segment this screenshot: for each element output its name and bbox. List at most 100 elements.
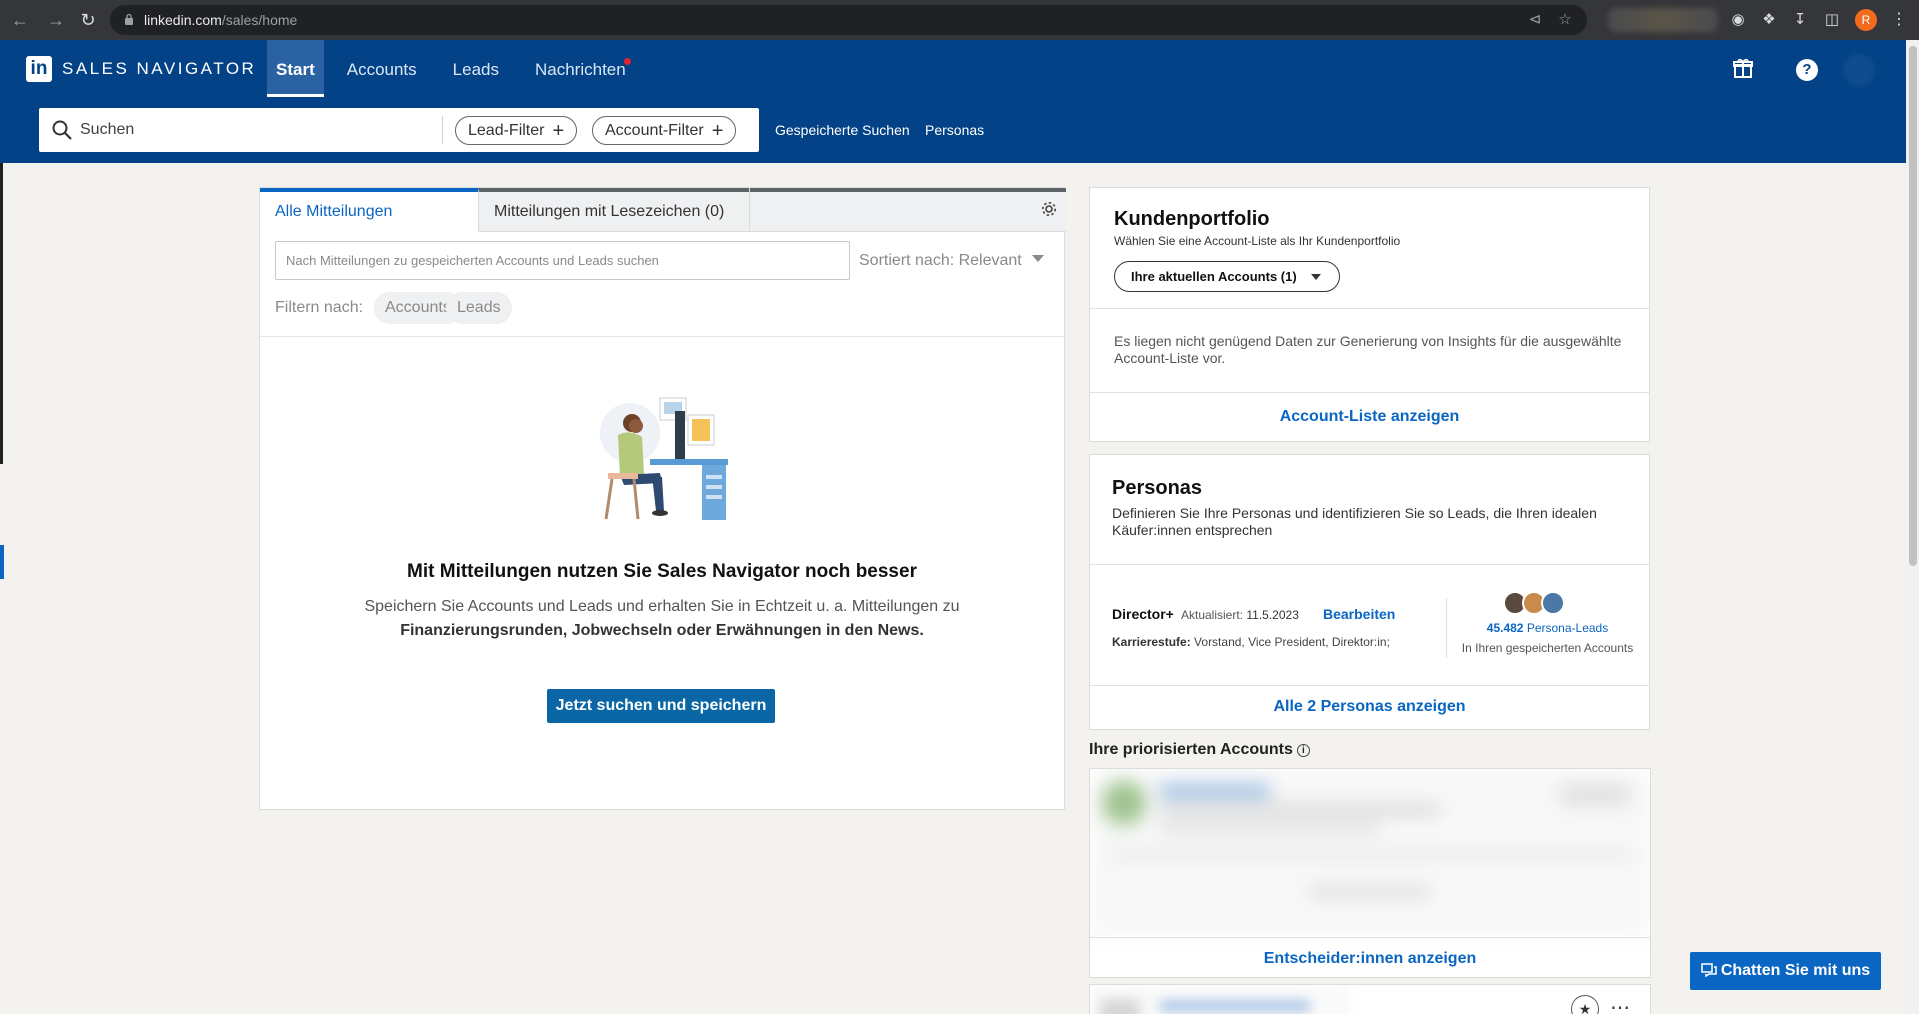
personas-description: Definieren Sie Ihre Personas und identif…: [1112, 505, 1597, 538]
chat-label: Chatten Sie mit uns: [1720, 962, 1871, 979]
address-bar[interactable]: linkedin.com/sales/home ⊲ ☆: [110, 5, 1587, 35]
persona-leads-subtext: In Ihren gespeicherten Accounts: [1461, 641, 1634, 655]
filter-chip-leads[interactable]: Leads: [446, 292, 512, 324]
chat-icon: [1701, 963, 1717, 977]
reload-icon[interactable]: ↻: [76, 8, 100, 32]
persona-leads-link[interactable]: 45.482 Persona-Leads: [1446, 621, 1649, 635]
account-list-dropdown-label: Ihre aktuellen Accounts (1): [1131, 269, 1297, 284]
card-divider: [1090, 392, 1649, 393]
caret-down-icon: [1311, 274, 1321, 280]
main-nav: Start Accounts Leads Nachrichten: [267, 40, 653, 97]
show-account-list-link[interactable]: Account-Liste anzeigen: [1090, 408, 1649, 426]
person-at-desk-illustration: [600, 397, 728, 520]
empty-desc-line-2: Finanzierungsrunden, Jobwechseln oder Er…: [400, 622, 924, 639]
prioritized-accounts-heading: Ihre priorisierten Accounts i: [1089, 741, 1310, 759]
lead-filter-button[interactable]: Lead-Filter +: [455, 116, 578, 145]
nav-leads[interactable]: Leads: [444, 40, 508, 97]
plus-icon: +: [711, 120, 724, 142]
persona-career-level: Karrierestufe: Vorstand, Vice President,…: [1112, 635, 1390, 649]
puzzle-extensions-icon[interactable]: ❖: [1759, 10, 1779, 30]
search-divider: [442, 116, 443, 144]
chat-with-us-button[interactable]: Chatten Sie mit uns: [1690, 952, 1881, 990]
nav-accounts[interactable]: Accounts: [338, 40, 426, 97]
prioritized-account-card: Entscheider:innen anzeigen: [1089, 768, 1651, 978]
search-bar-area: Suchen Lead-Filter + Account-Filter + Gesp…: [0, 97, 1906, 163]
sales-navigator-logo[interactable]: in SALES NAVIGATOR: [26, 56, 257, 82]
account-filter-label: Account-Filter: [605, 122, 704, 139]
nav-messages-label: Nachrichten: [535, 60, 626, 79]
portfolio-info-text: Es liegen nicht genügend Daten zur Gener…: [1114, 333, 1622, 366]
personas-card: Personas Definieren Sie Ihre Personas un…: [1089, 454, 1650, 730]
kebab-menu-icon[interactable]: ⋮: [1891, 10, 1907, 30]
sort-dropdown[interactable]: Sortiert nach: Relevant: [859, 241, 1044, 280]
notification-dot: [623, 58, 631, 65]
alerts-search-input[interactable]: Nach Mitteilungen zu gespeicherten Accou…: [275, 241, 850, 280]
window-edge-accent: [0, 545, 4, 579]
card-divider: [1090, 564, 1649, 565]
profile-avatar[interactable]: R: [1855, 9, 1877, 31]
search-icon: [52, 120, 72, 140]
download-icon[interactable]: ↧: [1790, 10, 1810, 30]
search-input[interactable]: Suchen: [80, 108, 134, 152]
edit-persona-link[interactable]: Bearbeiten: [1323, 606, 1395, 622]
nav-messages[interactable]: Nachrichten: [526, 40, 635, 97]
app-header: in SALES NAVIGATOR Start Accounts Leads …: [0, 40, 1906, 97]
feed-tabs: Alle Mitteilungen Mitteilungen mit Lesez…: [260, 188, 1066, 232]
nav-start[interactable]: Start: [267, 40, 324, 97]
avatar: [1541, 591, 1565, 615]
user-avatar[interactable]: [1843, 54, 1875, 86]
scrollbar-thumb[interactable]: [1909, 46, 1917, 566]
browser-toolbar: ← → ↻ linkedin.com/sales/home ⊲ ☆ ◉ ❖ ↧ …: [0, 0, 1919, 40]
global-search: Suchen Lead-Filter + Account-Filter +: [39, 108, 759, 152]
forward-arrow-icon[interactable]: →: [44, 8, 68, 32]
brand-name: SALES NAVIGATOR: [62, 59, 257, 78]
show-all-personas-link[interactable]: Alle 2 Personas anzeigen: [1090, 698, 1649, 716]
card-divider: [1090, 937, 1650, 938]
caret-down-icon: [1031, 255, 1044, 262]
account-list-dropdown[interactable]: Ihre aktuellen Accounts (1): [1114, 261, 1340, 292]
blurred-account-content: [1090, 769, 1650, 937]
persona-updated: Aktualisiert: 11.5.2023: [1181, 608, 1299, 622]
back-arrow-icon[interactable]: ←: [8, 8, 32, 32]
card-divider: [1090, 308, 1649, 309]
saved-searches-link[interactable]: Gespeicherte Suchen: [775, 97, 910, 163]
url-text: linkedin.com/sales/home: [144, 12, 298, 28]
share-icon[interactable]: ⊲: [1526, 11, 1544, 29]
more-options-icon[interactable]: ⋯: [1610, 995, 1631, 1014]
plus-icon: +: [552, 120, 565, 142]
account-filter-button[interactable]: Account-Filter +: [592, 116, 737, 145]
filter-label: Filtern nach:: [275, 299, 364, 316]
persona-lead-avatars: [1503, 591, 1567, 615]
sort-label: Sortiert nach: Relevant: [859, 252, 1022, 269]
star-icon[interactable]: ★: [1571, 995, 1599, 1014]
portfolio-title: Kundenportfolio: [1114, 208, 1270, 230]
feed-divider: [260, 336, 1064, 337]
tab-all-alerts[interactable]: Alle Mitteilungen: [260, 188, 479, 232]
show-decision-makers-link[interactable]: Entscheider:innen anzeigen: [1090, 950, 1650, 968]
side-panel-icon[interactable]: ◫: [1822, 10, 1842, 30]
linkedin-logo-icon: in: [26, 56, 52, 82]
prioritized-account-card-2: ★ ⋯: [1089, 984, 1651, 1014]
card-divider: [1090, 685, 1649, 686]
blurred-extensions: [1608, 8, 1718, 32]
alerts-feed-card: Alle Mitteilungen Mitteilungen mit Lesez…: [259, 187, 1066, 810]
persona-name: Director+: [1112, 606, 1174, 622]
extension-icon[interactable]: ◉: [1728, 10, 1748, 30]
empty-state-description: Speichern Sie Accounts und Leads und erh…: [340, 595, 984, 643]
personas-title: Personas: [1112, 477, 1203, 499]
empty-state-title: Mit Mitteilungen nutzen Sie Sales Naviga…: [407, 561, 917, 582]
gift-icon[interactable]: [1731, 57, 1755, 81]
search-and-save-button[interactable]: Jetzt suchen und speichern: [547, 689, 775, 723]
blurred-account-content: [1090, 985, 1350, 1014]
lead-filter-label: Lead-Filter: [468, 122, 545, 139]
personas-link[interactable]: Personas: [925, 97, 984, 163]
empty-desc-line-1: Speichern Sie Accounts und Leads und erh…: [364, 598, 960, 615]
portfolio-subtitle: Wählen Sie eine Account-Liste als Ihr Ku…: [1114, 234, 1401, 248]
info-icon[interactable]: i: [1296, 744, 1310, 757]
tab-bookmarked-alerts[interactable]: Mitteilungen mit Lesezeichen (0): [479, 188, 750, 232]
help-icon[interactable]: ?: [1796, 59, 1818, 81]
gear-icon[interactable]: [1040, 200, 1058, 218]
portfolio-card: Kundenportfolio Wählen Sie eine Account-…: [1089, 187, 1650, 442]
lock-icon: [125, 13, 133, 25]
bookmark-star-icon[interactable]: ☆: [1556, 11, 1574, 29]
